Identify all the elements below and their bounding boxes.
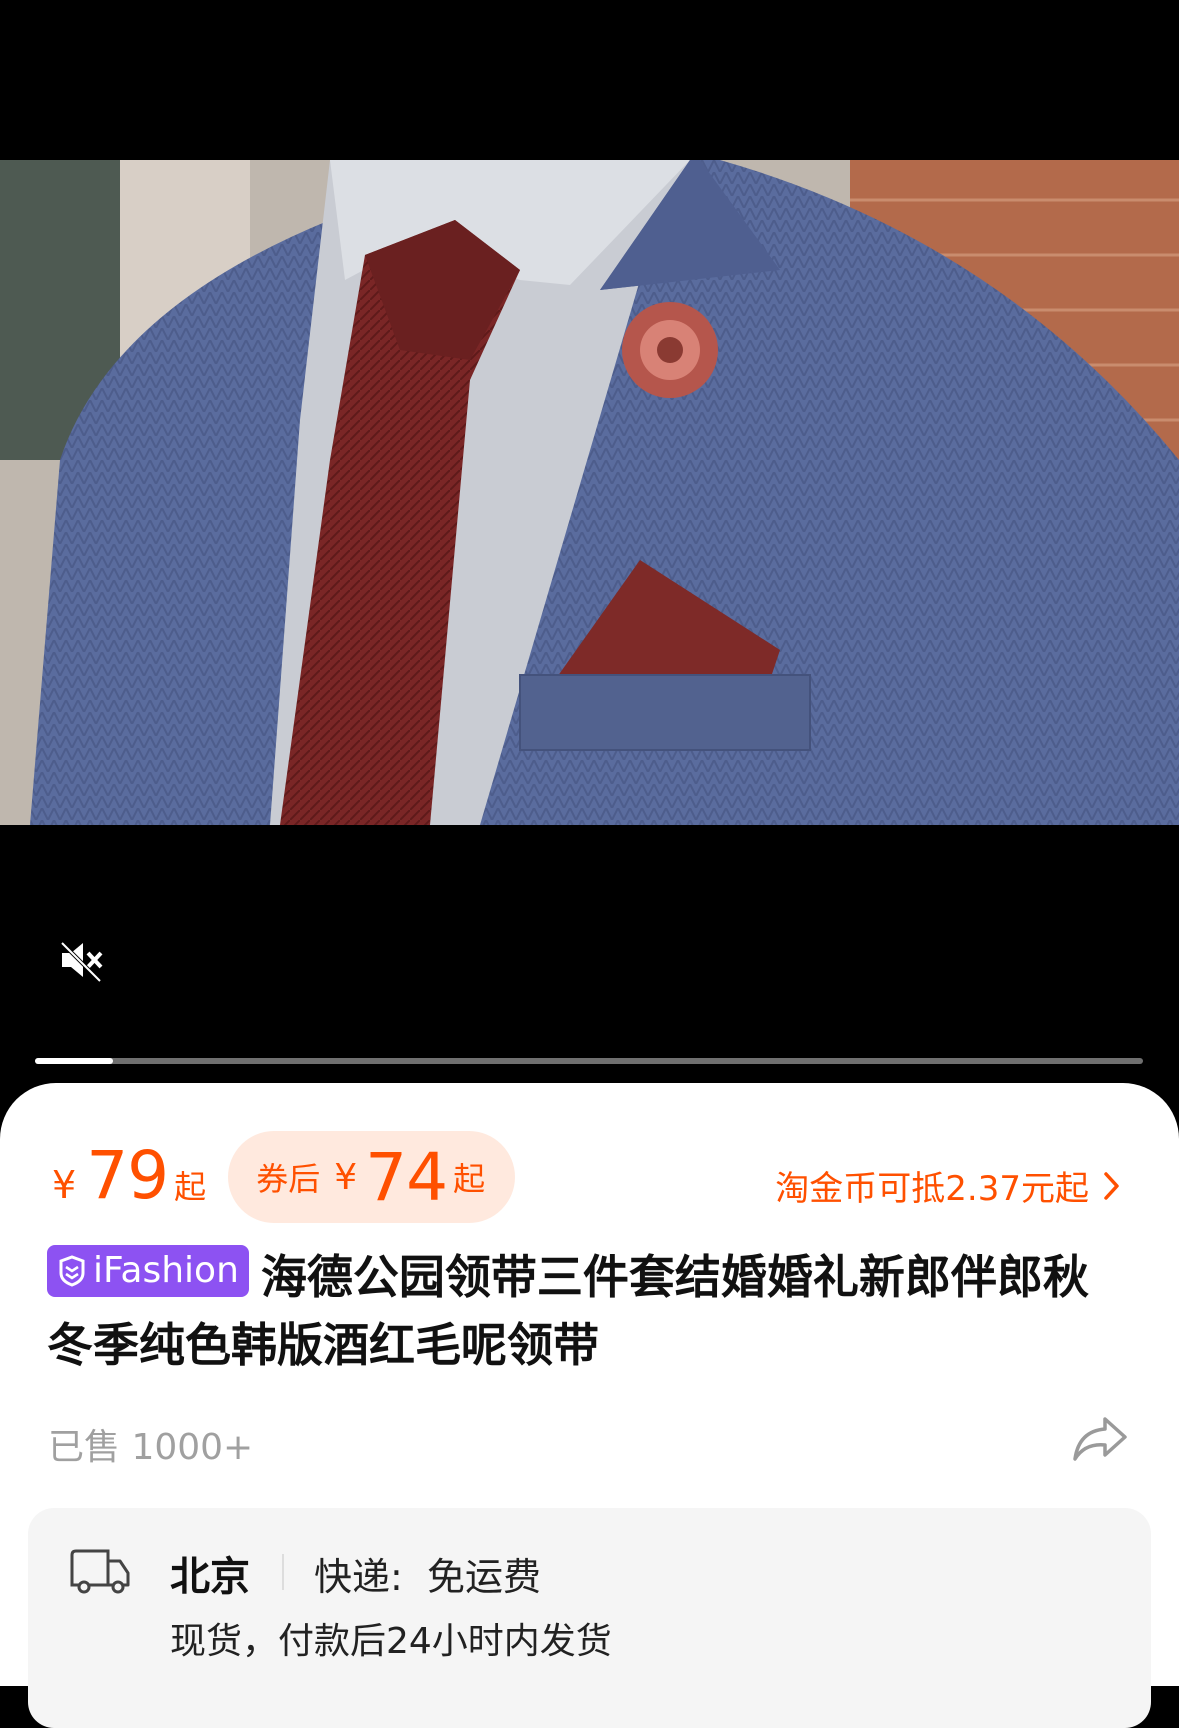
divider xyxy=(282,1554,284,1590)
mute-button[interactable] xyxy=(56,935,106,985)
product-info-sheet: ¥ 79 起 券后 ¥ 74 起 淘金币可抵2.37元起 iFashion 海德… xyxy=(0,1083,1179,1728)
product-image-suit-tie xyxy=(0,160,1179,825)
chevron-right-icon xyxy=(1104,1171,1119,1200)
coupon-label: 券后 xyxy=(256,1160,321,1198)
coins-text: 淘金币可抵2.37元起 xyxy=(775,1169,1089,1209)
price-currency: ¥ xyxy=(52,1163,77,1207)
coupon-suffix: 起 xyxy=(453,1160,486,1198)
delivery-fee: 快递: 免运费 xyxy=(314,1555,541,1599)
coupon-currency: ¥ xyxy=(334,1156,358,1198)
stock-status: 现货，付款后24小时内发货 xyxy=(170,1621,612,1662)
volume-muted-icon xyxy=(58,939,103,983)
truck-icon xyxy=(70,1549,130,1594)
product-video[interactable] xyxy=(0,0,1179,1100)
video-progress-bar[interactable] xyxy=(35,1058,1143,1064)
ship-from-city: 北京 xyxy=(170,1554,250,1600)
price-amount: 79 xyxy=(86,1137,169,1214)
price-suffix: 起 xyxy=(174,1168,207,1206)
ifashion-badge: iFashion xyxy=(47,1245,249,1297)
sold-count: 已售 1000+ xyxy=(48,1427,254,1468)
ifashion-logo-icon xyxy=(59,1255,85,1287)
product-title: iFashion 海德公园领带三件套结婚婚礼新郎伴郎秋冬季纯色韩版酒红毛呢领带 xyxy=(47,1243,1132,1379)
shipping-card[interactable]: 北京 快递: 免运费 现货，付款后24小时内发货 xyxy=(28,1508,1151,1728)
coupon-amount: 74 xyxy=(365,1138,448,1216)
price: ¥ 79 起 xyxy=(52,1123,206,1223)
video-frame xyxy=(0,160,1179,825)
share-button[interactable] xyxy=(1071,1413,1129,1463)
price-row: ¥ 79 起 券后 ¥ 74 起 xyxy=(52,1123,516,1223)
taojinbi-discount-link[interactable]: 淘金币可抵2.37元起 xyxy=(775,1161,1121,1210)
coupon-price-pill[interactable]: 券后 ¥ 74 起 xyxy=(228,1131,516,1223)
share-icon xyxy=(1073,1417,1127,1461)
badge-label: iFashion xyxy=(93,1250,239,1291)
video-progress-fill xyxy=(35,1058,113,1064)
